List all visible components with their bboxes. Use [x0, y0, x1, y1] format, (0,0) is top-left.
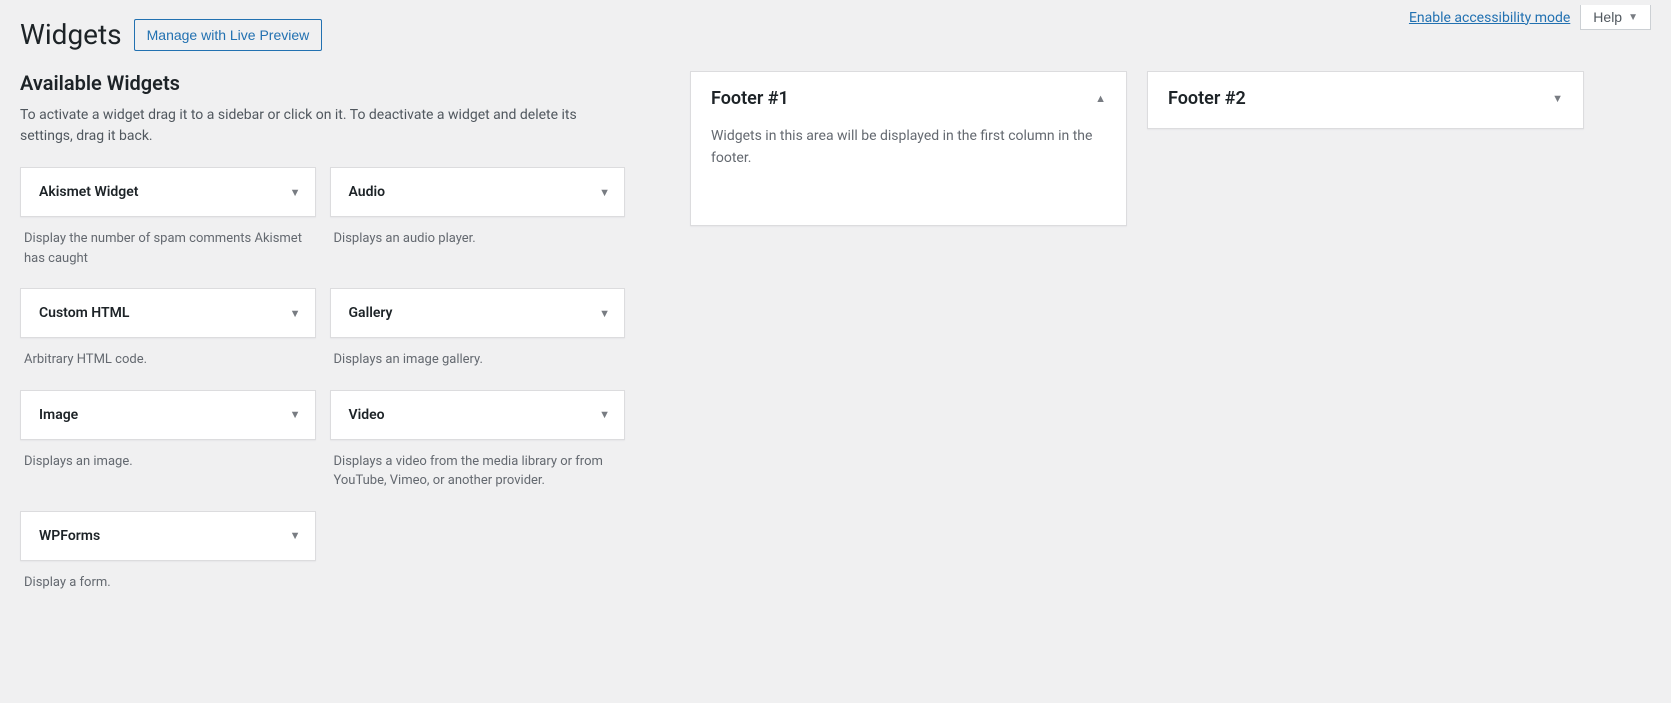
chevron-up-icon: ▲	[1095, 92, 1106, 105]
widget-title: WPForms	[39, 528, 100, 544]
chevron-down-icon: ▼	[599, 186, 610, 199]
page-heading-row: Widgets Manage with Live Preview	[20, 18, 1651, 51]
widget-areas-column: Footer #1 ▲ Widgets in this area will be…	[690, 71, 1651, 226]
widget-wrapper: Gallery ▼ Displays an image gallery.	[330, 288, 626, 370]
available-widgets-heading: Available Widgets	[20, 71, 625, 95]
widget-title: Gallery	[349, 305, 393, 321]
chevron-down-icon: ▼	[1628, 12, 1638, 23]
widget-description: Arbitrary HTML code.	[20, 338, 316, 370]
widget-description: Display the number of spam comments Akis…	[20, 217, 316, 268]
widget-wrapper: Custom HTML ▼ Arbitrary HTML code.	[20, 288, 316, 370]
widget-description: Displays an audio player.	[330, 217, 626, 249]
widget-title: Akismet Widget	[39, 184, 138, 200]
widget-area-footer-1: Footer #1 ▲ Widgets in this area will be…	[690, 71, 1127, 226]
accessibility-mode-link[interactable]: Enable accessibility mode	[1409, 10, 1570, 26]
widget-title: Video	[349, 407, 385, 423]
chevron-down-icon: ▼	[290, 186, 301, 199]
live-preview-button[interactable]: Manage with Live Preview	[134, 19, 323, 51]
widget-wrapper: Image ▼ Displays an image.	[20, 390, 316, 491]
chevron-down-icon: ▼	[290, 529, 301, 542]
chevron-down-icon: ▼	[599, 307, 610, 320]
widget-gallery[interactable]: Gallery ▼	[330, 288, 626, 338]
widget-area-header[interactable]: Footer #1 ▲	[691, 72, 1126, 125]
widget-area-footer-2: Footer #2 ▼	[1147, 71, 1584, 129]
widgets-grid: Akismet Widget ▼ Display the number of s…	[20, 167, 625, 592]
help-label: Help	[1593, 9, 1622, 25]
widget-description: Displays a video from the media library …	[330, 440, 626, 491]
widget-area-title: Footer #1	[711, 88, 789, 109]
page-title: Widgets	[20, 18, 122, 51]
widget-wrapper: WPForms ▼ Display a form.	[20, 511, 316, 593]
widget-description: Displays an image.	[20, 440, 316, 472]
widget-title: Audio	[349, 184, 386, 200]
widget-title: Image	[39, 407, 78, 423]
widget-wrapper: Video ▼ Displays a video from the media …	[330, 390, 626, 491]
widget-audio[interactable]: Audio ▼	[330, 167, 626, 217]
available-widgets-column: Available Widgets To activate a widget d…	[20, 71, 625, 592]
widget-area-header[interactable]: Footer #2 ▼	[1148, 72, 1583, 125]
widget-video[interactable]: Video ▼	[330, 390, 626, 440]
main-columns: Available Widgets To activate a widget d…	[20, 71, 1651, 592]
widget-wpforms[interactable]: WPForms ▼	[20, 511, 316, 561]
widget-image[interactable]: Image ▼	[20, 390, 316, 440]
widget-wrapper: Audio ▼ Displays an audio player.	[330, 167, 626, 268]
widget-area-description: Widgets in this area will be displayed i…	[691, 125, 1126, 225]
widget-description: Display a form.	[20, 561, 316, 593]
widget-description: Displays an image gallery.	[330, 338, 626, 370]
widget-custom-html[interactable]: Custom HTML ▼	[20, 288, 316, 338]
widget-akismet[interactable]: Akismet Widget ▼	[20, 167, 316, 217]
available-widgets-description: To activate a widget drag it to a sideba…	[20, 105, 625, 147]
widget-area-title: Footer #2	[1168, 88, 1246, 109]
help-button[interactable]: Help ▼	[1580, 5, 1651, 30]
widget-title: Custom HTML	[39, 305, 129, 321]
widget-wrapper: Akismet Widget ▼ Display the number of s…	[20, 167, 316, 268]
chevron-down-icon: ▼	[599, 408, 610, 421]
chevron-down-icon: ▼	[290, 307, 301, 320]
chevron-down-icon: ▼	[290, 408, 301, 421]
chevron-down-icon: ▼	[1552, 92, 1563, 105]
